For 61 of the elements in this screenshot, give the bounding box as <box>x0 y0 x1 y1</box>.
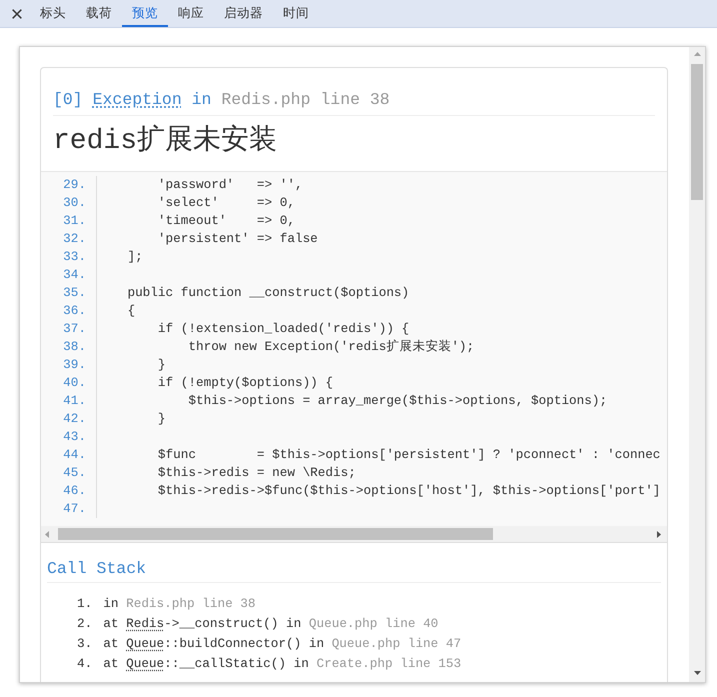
line-number: 33. <box>63 249 86 264</box>
list-number: 4. <box>77 655 92 673</box>
list-number: 2. <box>77 615 92 633</box>
code-line: if (!empty($options)) { <box>156 375 334 390</box>
line-number: 34. <box>63 267 86 282</box>
code-line: throw new Exception('redis扩展未安装'); <box>187 339 474 354</box>
tab[interactable]: 预览 <box>122 0 168 27</box>
line-number: 35. <box>63 285 86 300</box>
line-number: 39. <box>63 357 86 372</box>
line-number: 31. <box>63 213 86 228</box>
code-line: ]; <box>126 249 143 264</box>
code-line: 'persistent' => false <box>156 231 318 246</box>
code-line: } <box>156 411 166 426</box>
tab[interactable]: 时间 <box>273 0 319 27</box>
code-line: $this->redis->$func($this->options['host'], $this->options['port'] <box>156 483 660 498</box>
arrow-right-icon[interactable] <box>657 530 661 538</box>
close-icon <box>12 8 22 18</box>
line-number: 42. <box>63 411 86 426</box>
line-number: 37. <box>63 321 86 336</box>
line-number: 41. <box>63 393 86 408</box>
exception-heading: [0] Exception in Redis.php line 38 <box>53 89 390 111</box>
vertical-scrollbar[interactable] <box>689 47 705 682</box>
stack-frame: at Redis->__construct() in Queue.php line 40 <box>103 614 438 634</box>
stack-frame: at Queue::__callStatic() in Create.php line 153 <box>103 654 462 674</box>
line-number: 38. <box>63 339 86 354</box>
stack-frame: in Redis.php line 38 <box>103 594 256 614</box>
tab[interactable]: 启动器 <box>214 0 273 27</box>
list-number: 1. <box>77 595 92 613</box>
stack-frame: at Queue::buildConnector() in Queue.php line 47 <box>103 634 462 654</box>
code-line: } <box>156 357 166 372</box>
code-line: 'password' => '', <box>156 177 303 192</box>
error-message: redis扩展未安装 <box>53 124 278 159</box>
line-number: 46. <box>63 483 86 498</box>
line-number: 40. <box>63 375 86 390</box>
tab[interactable]: 响应 <box>168 0 214 27</box>
tab[interactable]: 标头 <box>30 0 76 27</box>
code-line: 'select' => 0, <box>156 195 295 210</box>
code-line: $func = $this->options['persistent'] ? 'pconnect' : 'connec <box>156 447 660 462</box>
list-number: 3. <box>77 635 92 653</box>
scrollbar-thumb[interactable] <box>58 528 493 540</box>
arrow-up-icon[interactable] <box>694 52 700 56</box>
tab[interactable]: 载荷 <box>76 0 122 27</box>
line-number: 32. <box>63 231 86 246</box>
scrollbar-thumb[interactable] <box>691 64 703 200</box>
line-number: 30. <box>63 195 86 210</box>
line-number: 45. <box>63 465 86 480</box>
code-line: if (!extension_loaded('redis')) { <box>156 321 410 336</box>
arrow-down-icon[interactable] <box>694 671 700 675</box>
section-heading: Call Stack <box>47 558 146 580</box>
line-number: 29. <box>63 177 86 192</box>
line-number: 44. <box>63 447 86 462</box>
horizontal-scrollbar[interactable] <box>41 526 667 542</box>
line-number: 47. <box>63 501 86 516</box>
code-line: $this->redis = new \Redis; <box>156 465 356 480</box>
line-number: 43. <box>63 429 86 444</box>
code-line: $this->options = array_merge($this->options, $options); <box>187 393 608 408</box>
code-line: public function __construct($options) <box>126 285 410 300</box>
code-line: { <box>126 303 136 318</box>
arrow-left-icon[interactable] <box>45 530 49 538</box>
code-line: 'timeout' => 0, <box>156 213 295 228</box>
line-number: 36. <box>63 303 86 318</box>
